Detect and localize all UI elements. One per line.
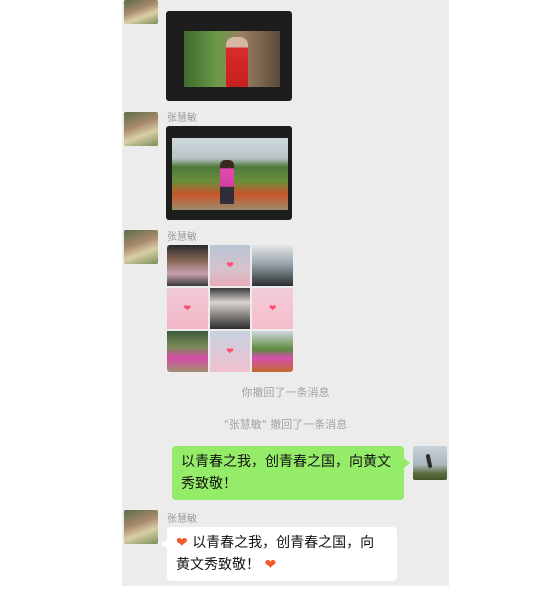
grid-photo[interactable]: ❤ bbox=[209, 331, 251, 372]
photo-grid: ❤ ❤ ❤ ❤ bbox=[167, 245, 293, 372]
received-message-bubble[interactable]: ❤ 以青春之我，创青春之国，向黄文秀致敬！ ❤ bbox=[161, 527, 397, 581]
avatar[interactable] bbox=[124, 510, 158, 544]
grid-photo[interactable] bbox=[252, 331, 293, 372]
person-figure bbox=[220, 160, 234, 204]
heart-icon: ❤ bbox=[176, 535, 188, 551]
grid-photo[interactable]: ❤ bbox=[167, 288, 208, 329]
sent-message-bubble[interactable]: 以青春之我，创青春之国，向黄文秀致敬！ bbox=[172, 446, 410, 500]
avatar[interactable] bbox=[124, 112, 158, 146]
heart-icon: ❤ bbox=[268, 303, 277, 314]
grid-photo[interactable]: ❤ bbox=[209, 245, 251, 286]
grid-photo[interactable] bbox=[209, 288, 251, 329]
tv-screen-image bbox=[172, 138, 288, 210]
heart-icon: ❤ bbox=[226, 260, 234, 271]
sender-name: 张慧敏 bbox=[167, 232, 197, 243]
grid-photo[interactable] bbox=[252, 245, 293, 286]
avatar[interactable] bbox=[413, 446, 447, 480]
grid-photo[interactable]: ❤ bbox=[252, 288, 293, 329]
photo-thumbnail[interactable] bbox=[166, 126, 292, 220]
grid-photo[interactable] bbox=[167, 245, 208, 286]
message-text: 以青春之我，创青春之国，向黄文秀致敬！ bbox=[181, 454, 391, 492]
tv-screen-image bbox=[184, 31, 280, 87]
avatar[interactable] bbox=[124, 0, 158, 24]
heart-icon: ❤ bbox=[183, 303, 192, 314]
person-figure bbox=[226, 37, 248, 87]
avatar[interactable] bbox=[124, 230, 158, 264]
photo-thumbnail[interactable] bbox=[166, 11, 292, 101]
heart-icon: ❤ bbox=[226, 346, 234, 357]
grid-photo[interactable] bbox=[167, 331, 208, 372]
heart-icon: ❤ bbox=[264, 557, 277, 573]
sender-name: 张慧敏 bbox=[167, 113, 197, 124]
